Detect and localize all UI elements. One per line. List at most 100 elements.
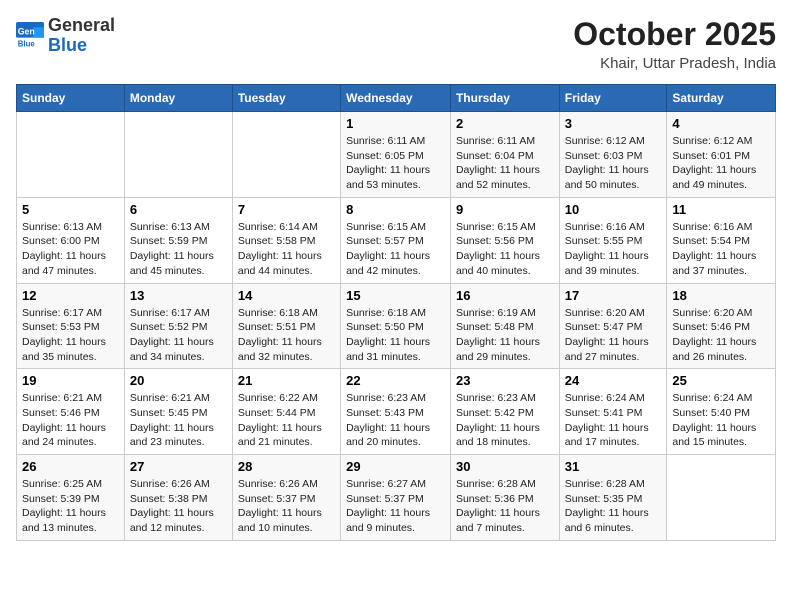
calendar-header: SundayMondayTuesdayWednesdayThursdayFrid…	[17, 85, 776, 112]
day-cell: 26Sunrise: 6:25 AM Sunset: 5:39 PM Dayli…	[17, 455, 125, 541]
calendar-table: SundayMondayTuesdayWednesdayThursdayFrid…	[16, 84, 776, 541]
day-number: 15	[346, 288, 445, 303]
header-cell-sunday: Sunday	[17, 85, 125, 112]
day-cell: 7 Sunrise: 6:14 AM Sunset: 5:58 PM Daylig…	[232, 197, 340, 283]
header-cell-wednesday: Wednesday	[341, 85, 451, 112]
day-number: 1	[346, 116, 445, 131]
logo-blue: Blue	[48, 35, 87, 55]
logo-icon: Gen Blue	[16, 22, 44, 50]
day-info: Sunrise: 6:14 AM Sunset: 5:58 PM Dayligh…	[238, 220, 335, 279]
day-number: 14	[238, 288, 335, 303]
week-row-2: 5 Sunrise: 6:13 AM Sunset: 6:00 PM Daylig…	[17, 197, 776, 283]
day-number: 3	[565, 116, 662, 131]
day-info: Sunrise: 6:11 AM Sunset: 6:04 PM Dayligh…	[456, 134, 554, 193]
logo-general: General	[48, 15, 115, 35]
day-info: Sunrise: 6:26 AM Sunset: 5:37 PM Dayligh…	[238, 477, 335, 536]
day-number: 5	[22, 202, 119, 217]
day-number: 12	[22, 288, 119, 303]
day-info: Sunrise: 6:22 AM Sunset: 5:44 PM Dayligh…	[238, 391, 335, 450]
day-number: 2	[456, 116, 554, 131]
day-cell: 20Sunrise: 6:21 AM Sunset: 5:45 PM Dayli…	[124, 369, 232, 455]
day-info: Sunrise: 6:18 AM Sunset: 5:50 PM Dayligh…	[346, 306, 445, 365]
day-info: Sunrise: 6:26 AM Sunset: 5:38 PM Dayligh…	[130, 477, 227, 536]
day-info: Sunrise: 6:23 AM Sunset: 5:43 PM Dayligh…	[346, 391, 445, 450]
week-row-5: 26Sunrise: 6:25 AM Sunset: 5:39 PM Dayli…	[17, 455, 776, 541]
title-block: October 2025 Khair, Uttar Pradesh, India	[573, 16, 776, 72]
logo: Gen Blue General Blue	[16, 16, 115, 56]
day-cell: 6Sunrise: 6:13 AM Sunset: 5:59 PM Daylig…	[124, 197, 232, 283]
day-number: 11	[672, 202, 770, 217]
logo-text: General Blue	[48, 16, 115, 56]
day-info: Sunrise: 6:23 AM Sunset: 5:42 PM Dayligh…	[456, 391, 554, 450]
day-cell: 25Sunrise: 6:24 AM Sunset: 5:40 PM Dayli…	[667, 369, 776, 455]
header-cell-friday: Friday	[559, 85, 667, 112]
day-number: 8	[346, 202, 445, 217]
day-cell: 16 Sunrise: 6:19 AM Sunset: 5:48 PM Dayli…	[450, 283, 559, 369]
day-number: 25	[672, 373, 770, 388]
day-number: 24	[565, 373, 662, 388]
day-cell	[667, 455, 776, 541]
header-row: SundayMondayTuesdayWednesdayThursdayFrid…	[17, 85, 776, 112]
week-row-1: 1 Sunrise: 6:11 AM Sunset: 6:05 PM Daylig…	[17, 112, 776, 198]
day-number: 16	[456, 288, 554, 303]
calendar-body: 1 Sunrise: 6:11 AM Sunset: 6:05 PM Daylig…	[17, 112, 776, 541]
day-cell: 30 Sunrise: 6:28 AM Sunset: 5:36 PM Dayli…	[450, 455, 559, 541]
day-cell: 4 Sunrise: 6:12 AM Sunset: 6:01 PM Daylig…	[667, 112, 776, 198]
header-cell-thursday: Thursday	[450, 85, 559, 112]
day-number: 28	[238, 459, 335, 474]
day-number: 18	[672, 288, 770, 303]
header-cell-saturday: Saturday	[667, 85, 776, 112]
day-info: Sunrise: 6:15 AM Sunset: 5:57 PM Dayligh…	[346, 220, 445, 279]
day-cell: 27 Sunrise: 6:26 AM Sunset: 5:38 PM Dayli…	[124, 455, 232, 541]
day-cell: 18 Sunrise: 6:20 AM Sunset: 5:46 PM Dayli…	[667, 283, 776, 369]
day-info: Sunrise: 6:15 AM Sunset: 5:56 PM Dayligh…	[456, 220, 554, 279]
day-info: Sunrise: 6:20 AM Sunset: 5:47 PM Dayligh…	[565, 306, 662, 365]
day-number: 27	[130, 459, 227, 474]
day-info: Sunrise: 6:28 AM Sunset: 5:36 PM Dayligh…	[456, 477, 554, 536]
day-cell	[124, 112, 232, 198]
day-number: 21	[238, 373, 335, 388]
day-info: Sunrise: 6:18 AM Sunset: 5:51 PM Dayligh…	[238, 306, 335, 365]
day-info: Sunrise: 6:24 AM Sunset: 5:41 PM Dayligh…	[565, 391, 662, 450]
day-info: Sunrise: 6:13 AM Sunset: 6:00 PM Dayligh…	[22, 220, 119, 279]
day-info: Sunrise: 6:16 AM Sunset: 5:54 PM Dayligh…	[672, 220, 770, 279]
week-row-3: 12 Sunrise: 6:17 AM Sunset: 5:53 PM Dayli…	[17, 283, 776, 369]
day-number: 17	[565, 288, 662, 303]
month-title: October 2025	[573, 16, 776, 53]
day-number: 31	[565, 459, 662, 474]
day-cell: 12 Sunrise: 6:17 AM Sunset: 5:53 PM Dayli…	[17, 283, 125, 369]
day-cell: 14 Sunrise: 6:18 AM Sunset: 5:51 PM Dayli…	[232, 283, 340, 369]
day-info: Sunrise: 6:16 AM Sunset: 5:55 PM Dayligh…	[565, 220, 662, 279]
day-info: Sunrise: 6:17 AM Sunset: 5:53 PM Dayligh…	[22, 306, 119, 365]
header-cell-tuesday: Tuesday	[232, 85, 340, 112]
day-number: 23	[456, 373, 554, 388]
day-cell: 17 Sunrise: 6:20 AM Sunset: 5:47 PM Dayli…	[559, 283, 667, 369]
day-info: Sunrise: 6:19 AM Sunset: 5:48 PM Dayligh…	[456, 306, 554, 365]
day-number: 20	[130, 373, 227, 388]
day-info: Sunrise: 6:28 AM Sunset: 5:35 PM Dayligh…	[565, 477, 662, 536]
day-info: Sunrise: 6:12 AM Sunset: 6:01 PM Dayligh…	[672, 134, 770, 193]
day-number: 13	[130, 288, 227, 303]
day-cell: 2 Sunrise: 6:11 AM Sunset: 6:04 PM Daylig…	[450, 112, 559, 198]
day-info: Sunrise: 6:12 AM Sunset: 6:03 PM Dayligh…	[565, 134, 662, 193]
week-row-4: 19 Sunrise: 6:21 AM Sunset: 5:46 PM Dayli…	[17, 369, 776, 455]
day-info: Sunrise: 6:20 AM Sunset: 5:46 PM Dayligh…	[672, 306, 770, 365]
day-number: 7	[238, 202, 335, 217]
day-cell: 31 Sunrise: 6:28 AM Sunset: 5:35 PM Dayli…	[559, 455, 667, 541]
day-number: 4	[672, 116, 770, 131]
day-cell: 1 Sunrise: 6:11 AM Sunset: 6:05 PM Daylig…	[341, 112, 451, 198]
day-number: 19	[22, 373, 119, 388]
day-info: Sunrise: 6:11 AM Sunset: 6:05 PM Dayligh…	[346, 134, 445, 193]
day-cell: 29Sunrise: 6:27 AM Sunset: 5:37 PM Dayli…	[341, 455, 451, 541]
day-cell: 19 Sunrise: 6:21 AM Sunset: 5:46 PM Dayli…	[17, 369, 125, 455]
day-cell	[17, 112, 125, 198]
day-number: 30	[456, 459, 554, 474]
day-cell: 21 Sunrise: 6:22 AM Sunset: 5:44 PM Dayli…	[232, 369, 340, 455]
day-cell: 13Sunrise: 6:17 AM Sunset: 5:52 PM Dayli…	[124, 283, 232, 369]
svg-text:Blue: Blue	[18, 39, 36, 48]
day-cell: 10Sunrise: 6:16 AM Sunset: 5:55 PM Dayli…	[559, 197, 667, 283]
day-cell: 9Sunrise: 6:15 AM Sunset: 5:56 PM Daylig…	[450, 197, 559, 283]
day-cell: 8 Sunrise: 6:15 AM Sunset: 5:57 PM Daylig…	[341, 197, 451, 283]
day-info: Sunrise: 6:21 AM Sunset: 5:46 PM Dayligh…	[22, 391, 119, 450]
day-number: 29	[346, 459, 445, 474]
